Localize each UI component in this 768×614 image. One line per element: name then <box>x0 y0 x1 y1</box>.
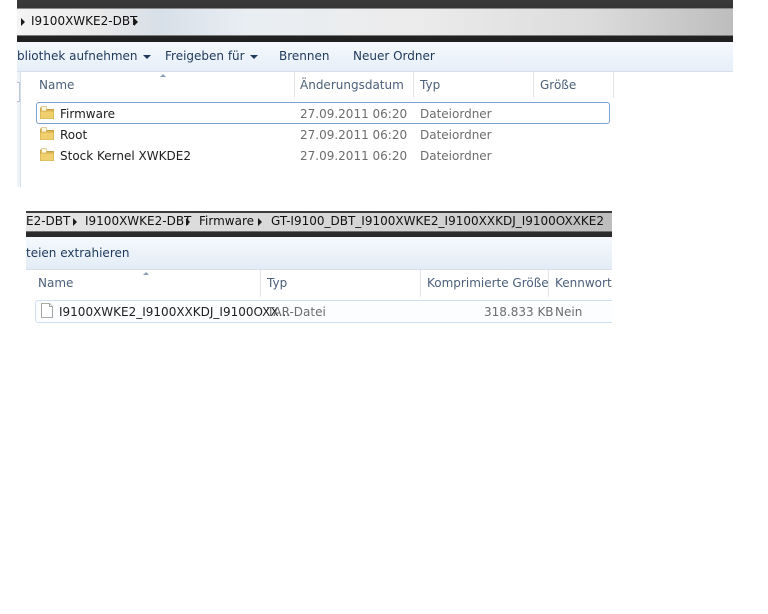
table-cell-type: TAR-Datei <box>267 305 326 319</box>
archive-window-bottom: E2-DBT I9100XWKE2-DBT Firmware GT-I9100_… <box>26 211 612 339</box>
chevron-down-icon <box>142 54 151 59</box>
column-header-name[interactable]: Name <box>39 78 74 92</box>
breadcrumb-arrow-icon[interactable] <box>258 218 262 226</box>
explorer-window-top: I9100XWKE2-DBT bliothek aufnehmen Freige… <box>17 0 733 187</box>
list-item-name[interactable]: Firmware <box>60 107 115 121</box>
address-bar-frame: I9100XWKE2-DBT <box>17 0 733 42</box>
column-divider[interactable] <box>294 72 295 98</box>
breadcrumb-item-i9100xwke2-dbt[interactable]: I9100XWKE2-DBT <box>31 14 137 28</box>
list-item-type: Dateiordner <box>420 107 492 121</box>
command-bar: teien extrahieren <box>26 237 612 270</box>
column-divider[interactable] <box>413 72 414 98</box>
column-header-date[interactable]: Änderungsdatum <box>300 78 404 92</box>
column-header-type[interactable]: Typ <box>420 78 440 92</box>
table-cell-name[interactable]: I9100XWKE2_I9100XXKDJ_I9100OXX... <box>59 305 290 319</box>
share-with-label: Freigeben für <box>165 49 245 63</box>
new-folder-button[interactable]: Neuer Ordner <box>353 49 435 63</box>
address-bar[interactable]: I9100XWKE2-DBT <box>17 8 733 36</box>
command-bar: bliothek aufnehmen Freigeben für Brennen… <box>17 42 733 72</box>
address-bar[interactable]: E2-DBT I9100XWKE2-DBT Firmware GT-I9100_… <box>26 213 612 232</box>
sort-ascending-icon <box>143 272 149 275</box>
breadcrumb-arrow-icon[interactable] <box>186 218 190 226</box>
column-header-size[interactable]: Größe <box>540 78 576 92</box>
burn-button[interactable]: Brennen <box>279 49 329 63</box>
breadcrumb-item-i9100xwke2-dbt[interactable]: I9100XWKE2-DBT <box>85 214 191 228</box>
file-icon <box>41 303 53 318</box>
breadcrumb-arrow-icon[interactable] <box>73 218 77 226</box>
column-divider[interactable] <box>533 72 534 98</box>
list-item-date: 27.09.2011 06:20 <box>300 107 408 121</box>
include-in-library-button[interactable]: bliothek aufnehmen <box>17 49 151 63</box>
breadcrumb-item-firmware[interactable]: Firmware <box>199 214 254 228</box>
column-divider[interactable] <box>420 270 421 297</box>
folder-icon <box>40 127 54 140</box>
chevron-down-icon <box>249 54 258 59</box>
column-header-type[interactable]: Typ <box>267 276 287 290</box>
address-bar-frame: E2-DBT I9100XWKE2-DBT Firmware GT-I9100_… <box>26 211 612 237</box>
breadcrumb-item-e2-dbt[interactable]: E2-DBT <box>26 214 70 228</box>
folder-icon <box>40 148 54 161</box>
list-item-name[interactable]: Root <box>60 128 87 142</box>
column-divider[interactable] <box>260 270 261 297</box>
column-header-name[interactable]: Name <box>38 276 73 290</box>
table-cell-password-protected: Nein <box>555 305 583 319</box>
list-item-name[interactable]: Stock Kernel XWKDE2 <box>60 149 191 163</box>
breadcrumb-item-archive[interactable]: GT-I9100_DBT_I9100XWKE2_I9100XXKDJ_I9100… <box>271 214 604 228</box>
column-divider[interactable] <box>613 72 614 98</box>
column-header-compressed-size[interactable]: Komprimierte Größe <box>427 276 549 290</box>
include-in-library-label: bliothek aufnehmen <box>17 49 138 63</box>
list-item-type: Dateiordner <box>420 149 492 163</box>
list-item-type: Dateiordner <box>420 128 492 142</box>
extract-files-button[interactable]: teien extrahieren <box>26 246 129 260</box>
folder-icon <box>40 106 54 119</box>
column-divider[interactable] <box>548 270 549 297</box>
column-header-password-protected[interactable]: Kennwortg <box>555 276 612 290</box>
sort-ascending-icon <box>160 74 166 77</box>
breadcrumb-arrow-icon[interactable] <box>134 18 138 26</box>
table-cell-compressed-size: 318.833 KB <box>484 305 554 319</box>
list-item-date: 27.09.2011 06:20 <box>300 149 408 163</box>
list-item-date: 27.09.2011 06:20 <box>300 128 408 142</box>
breadcrumb-arrow-icon[interactable] <box>21 18 25 26</box>
navigation-pane-item[interactable] <box>17 82 20 102</box>
share-with-button[interactable]: Freigeben für <box>165 49 258 63</box>
